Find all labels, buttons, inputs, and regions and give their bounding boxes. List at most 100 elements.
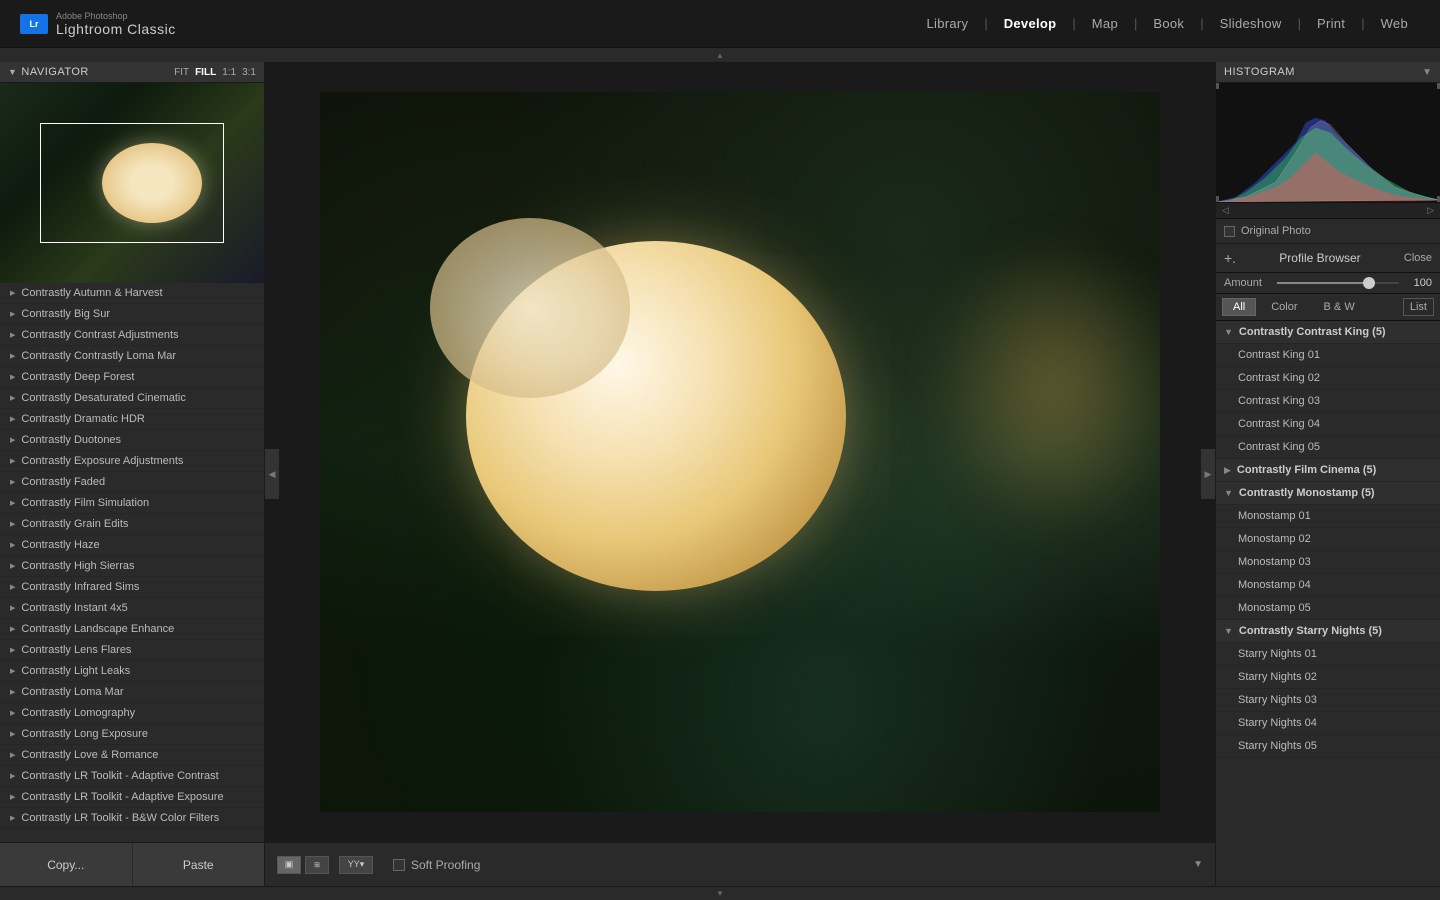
preset-item-loma-mar[interactable]: ▶ Contrastly Loma Mar xyxy=(0,682,264,703)
tab-map[interactable]: Map xyxy=(1080,12,1130,35)
tab-slideshow[interactable]: Slideshow xyxy=(1208,12,1294,35)
profile-close-button[interactable]: Close xyxy=(1404,252,1432,264)
preset-label: Contrastly Lomography xyxy=(21,707,135,719)
profile-group-film-cinema[interactable]: ▶ Contrastly Film Cinema (5) xyxy=(1216,459,1440,482)
histogram-menu-icon[interactable]: ▼ xyxy=(1422,67,1432,78)
preset-item-long-exposure[interactable]: ▶ Contrastly Long Exposure xyxy=(0,724,264,745)
copy-button[interactable]: Copy... xyxy=(0,843,133,886)
preset-item-lr-toolkit-bw[interactable]: ▶ Contrastly LR Toolkit - B&W Color Filt… xyxy=(0,808,264,829)
nav-flower-shape xyxy=(102,143,202,223)
grid-view-btn[interactable]: ⊞ xyxy=(305,856,329,874)
preset-item-lens-flares[interactable]: ▶ Contrastly Lens Flares xyxy=(0,640,264,661)
preset-item-lomography[interactable]: ▶ Contrastly Lomography xyxy=(0,703,264,724)
original-photo-checkbox[interactable] xyxy=(1224,226,1235,237)
profile-group-starry-nights[interactable]: ▼ Contrastly Starry Nights (5) xyxy=(1216,620,1440,643)
tab-library[interactable]: Library xyxy=(914,12,980,35)
nav-preview-image xyxy=(0,83,264,283)
profile-entry-ms05[interactable]: Monostamp 05 xyxy=(1216,597,1440,620)
hist-ctrl-left[interactable]: ◁ xyxy=(1222,205,1229,216)
hist-ctrl-right[interactable]: ▷ xyxy=(1427,205,1434,216)
single-view-btn[interactable]: ▣ xyxy=(277,856,301,874)
zoom-dropdown-arrow[interactable]: ▼ xyxy=(1193,859,1203,870)
left-panel-toggle[interactable]: ◀ xyxy=(265,449,279,499)
group-arrow-icon: ▼ xyxy=(1224,488,1233,498)
profile-entry-ms02[interactable]: Monostamp 02 xyxy=(1216,528,1440,551)
amount-slider-track[interactable] xyxy=(1277,282,1399,284)
tab-print[interactable]: Print xyxy=(1305,12,1357,35)
preset-item-duotones[interactable]: ▶ Contrastly Duotones xyxy=(0,430,264,451)
preset-label: Contrastly Contrast Adjustments xyxy=(21,329,178,341)
preset-item-high-sierras[interactable]: ▶ Contrastly High Sierras xyxy=(0,556,264,577)
preset-item-bigsur[interactable]: ▶ Contrastly Big Sur xyxy=(0,304,264,325)
profile-entry-sn02[interactable]: Starry Nights 02 xyxy=(1216,666,1440,689)
paste-button[interactable]: Paste xyxy=(133,843,265,886)
profile-entry-ck03[interactable]: Contrast King 03 xyxy=(1216,390,1440,413)
preset-item-haze[interactable]: ▶ Contrastly Haze xyxy=(0,535,264,556)
preset-item-lr-toolkit-contrast[interactable]: ▶ Contrastly LR Toolkit - Adaptive Contr… xyxy=(0,766,264,787)
filmstrip-top-toggle[interactable] xyxy=(0,48,1440,62)
preset-item-loma-mar-2[interactable]: ▶ Contrastly Contrastly Loma Mar xyxy=(0,346,264,367)
list-view-button[interactable]: List xyxy=(1403,298,1434,316)
filter-tab-all[interactable]: All xyxy=(1222,298,1256,316)
zoom-3-1[interactable]: 3:1 xyxy=(242,67,256,78)
filter-tab-color[interactable]: Color xyxy=(1260,298,1308,316)
preset-item-instant[interactable]: ▶ Contrastly Instant 4x5 xyxy=(0,598,264,619)
profile-entry-ck02[interactable]: Contrast King 02 xyxy=(1216,367,1440,390)
preset-item-contrast-adj[interactable]: ▶ Contrastly Contrast Adjustments xyxy=(0,325,264,346)
preset-arrow-icon: ▶ xyxy=(10,625,15,633)
amount-slider-thumb[interactable] xyxy=(1363,277,1375,289)
profile-entry-sn01[interactable]: Starry Nights 01 xyxy=(1216,643,1440,666)
preset-arrow-icon: ▶ xyxy=(10,415,15,423)
profile-entry-sn03[interactable]: Starry Nights 03 xyxy=(1216,689,1440,712)
preset-item-autumn[interactable]: ▶ Contrastly Autumn & Harvest xyxy=(0,283,264,304)
tab-book[interactable]: Book xyxy=(1141,12,1196,35)
preset-arrow-icon: ▶ xyxy=(10,709,15,717)
profile-entry-sn05[interactable]: Starry Nights 05 xyxy=(1216,735,1440,758)
preset-arrow-icon: ▶ xyxy=(10,562,15,570)
preset-item-lr-toolkit-exposure[interactable]: ▶ Contrastly LR Toolkit - Adaptive Expos… xyxy=(0,787,264,808)
preset-item-desaturated[interactable]: ▶ Contrastly Desaturated Cinematic xyxy=(0,388,264,409)
view-option-yy[interactable]: YY▾ xyxy=(339,856,373,874)
preset-arrow-icon: ▶ xyxy=(10,331,15,339)
profile-entry-sn04[interactable]: Starry Nights 04 xyxy=(1216,712,1440,735)
preset-item-landscape[interactable]: ▶ Contrastly Landscape Enhance xyxy=(0,619,264,640)
profile-plus-button[interactable]: +. xyxy=(1224,250,1236,266)
zoom-fill[interactable]: FILL xyxy=(195,67,216,78)
preset-item-faded[interactable]: ▶ Contrastly Faded xyxy=(0,472,264,493)
tab-web[interactable]: Web xyxy=(1369,12,1420,35)
preset-arrow-icon: ▶ xyxy=(10,310,15,318)
profile-entry-ms03[interactable]: Monostamp 03 xyxy=(1216,551,1440,574)
preset-item-dramatic-hdr[interactable]: ▶ Contrastly Dramatic HDR xyxy=(0,409,264,430)
preset-item-deep-forest[interactable]: ▶ Contrastly Deep Forest xyxy=(0,367,264,388)
preset-item-grain[interactable]: ▶ Contrastly Grain Edits xyxy=(0,514,264,535)
filter-tab-bw[interactable]: B & W xyxy=(1313,298,1366,316)
soft-proofing-checkbox[interactable] xyxy=(393,859,405,871)
profile-entry-ck04[interactable]: Contrast King 04 xyxy=(1216,413,1440,436)
preset-item-love-romance[interactable]: ▶ Contrastly Love & Romance xyxy=(0,745,264,766)
profile-entry-ms01[interactable]: Monostamp 01 xyxy=(1216,505,1440,528)
view-icons: ▣ ⊞ xyxy=(277,856,329,874)
preset-item-exposure[interactable]: ▶ Contrastly Exposure Adjustments xyxy=(0,451,264,472)
nav-sep-1: | xyxy=(984,16,987,31)
zoom-fit[interactable]: FIT xyxy=(174,67,189,78)
profile-entry-ck05[interactable]: Contrast King 05 xyxy=(1216,436,1440,459)
filmstrip-bottom-toggle[interactable] xyxy=(0,886,1440,900)
preset-arrow-icon: ▶ xyxy=(10,751,15,759)
zoom-1-1[interactable]: 1:1 xyxy=(222,67,236,78)
navigator-header[interactable]: ▼ Navigator FIT FILL 1:1 3:1 xyxy=(0,62,264,83)
preset-item-light-leaks[interactable]: ▶ Contrastly Light Leaks xyxy=(0,661,264,682)
center-toolbar: ▣ ⊞ YY▾ Soft Proofing ▼ xyxy=(265,842,1215,886)
profile-entry-ms04[interactable]: Monostamp 04 xyxy=(1216,574,1440,597)
preset-item-film-sim[interactable]: ▶ Contrastly Film Simulation xyxy=(0,493,264,514)
right-panel: Histogram ▼ ◁ xyxy=(1215,62,1440,886)
profile-entry-label: Contrast King 05 xyxy=(1238,441,1320,453)
right-panel-toggle[interactable]: ▶ xyxy=(1201,449,1215,499)
preset-arrow-icon: ▶ xyxy=(10,688,15,696)
preset-item-infrared[interactable]: ▶ Contrastly Infrared Sims xyxy=(0,577,264,598)
profile-group-contrast-king[interactable]: ▼ Contrastly Contrast King (5) xyxy=(1216,321,1440,344)
profile-entry-ck01[interactable]: Contrast King 01 xyxy=(1216,344,1440,367)
group-name: Contrastly Contrast King (5) xyxy=(1239,326,1386,338)
profile-group-monostamp[interactable]: ▼ Contrastly Monostamp (5) xyxy=(1216,482,1440,505)
tab-develop[interactable]: Develop xyxy=(992,12,1069,35)
main-photo xyxy=(320,92,1160,812)
